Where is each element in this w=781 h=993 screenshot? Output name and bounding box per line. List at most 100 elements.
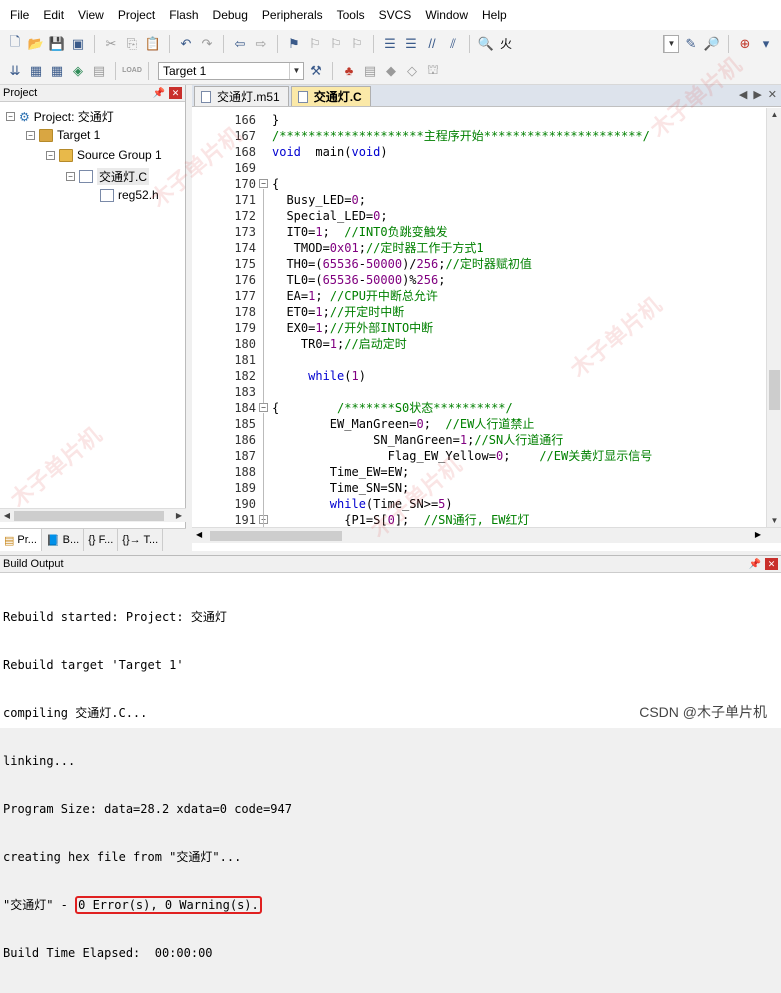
tree-source-group[interactable]: − Source Group 1 [46, 148, 162, 162]
scroll-left-icon[interactable]: ◀ [0, 511, 14, 520]
tab-templates[interactable]: {}→ T... [118, 529, 164, 551]
tab-books[interactable]: 📘 B... [42, 529, 85, 551]
new-file-icon[interactable]: 🗋 [6, 34, 24, 53]
editor-hscrollbar[interactable]: ◀ ▶ [192, 527, 781, 543]
menu-svcs[interactable]: SVCS [372, 8, 419, 22]
redo-icon[interactable]: ↷ [198, 35, 216, 53]
code-text: void main(void) [272, 145, 388, 159]
tree-file-h[interactable]: reg52.h [100, 188, 159, 202]
tree-file-c[interactable]: − 交通灯.C [66, 168, 150, 185]
save-icon[interactable]: 💾 [48, 35, 66, 53]
collapse-icon[interactable]: − [46, 150, 55, 160]
incremental-find-icon[interactable]: ✎ [682, 35, 700, 53]
scroll-down-icon[interactable]: ▼ [767, 516, 781, 525]
project-hscrollbar[interactable]: ◀ ▶ [0, 508, 186, 522]
download-icon[interactable]: LOAD [122, 62, 142, 80]
menu-help[interactable]: Help [475, 8, 514, 22]
scroll-thumb[interactable] [769, 370, 780, 410]
code-line: 190 while(Time_SN>=5) [192, 496, 766, 512]
indent-icon[interactable]: ☰ [381, 35, 399, 53]
save-all-icon[interactable]: ▣ [69, 35, 87, 53]
scroll-right-icon[interactable]: ▶ [172, 511, 186, 520]
close-icon[interactable]: ✕ [768, 88, 777, 101]
cut-icon[interactable]: ✂ [102, 35, 120, 53]
copy-icon[interactable]: ⎘ [123, 35, 141, 53]
paste-icon[interactable]: 📋 [144, 35, 162, 53]
tab-label: {} F... [88, 534, 114, 546]
comment-icon[interactable]: // [423, 35, 441, 53]
target-options-icon[interactable]: ⚒ [307, 62, 325, 80]
books-icon: 📘 [45, 534, 60, 547]
fold-toggle-icon[interactable]: − [259, 403, 268, 412]
bookmark-icon[interactable]: ⚑ [285, 35, 303, 53]
find-in-files-icon[interactable]: 🔍 [477, 35, 495, 53]
code-text: TL0=(65536-50000)%256; [272, 273, 446, 287]
manage-components-icon[interactable]: ♣ [340, 62, 358, 80]
next-bookmark-icon[interactable]: ⚐ [327, 35, 345, 53]
menu-window[interactable]: Window [418, 8, 475, 22]
menu-file[interactable]: File [3, 8, 36, 22]
debug-session-icon[interactable]: ⊕ [736, 35, 754, 53]
pin-icon[interactable]: 📌 [749, 559, 761, 570]
tree-project-root[interactable]: − ⚙ Project: 交通灯 [6, 108, 114, 125]
tab-functions[interactable]: {} F... [84, 529, 119, 551]
find-combo[interactable]: ▼ [663, 34, 679, 53]
target-select[interactable]: Target 1 ▼ [158, 61, 304, 80]
build-output-text[interactable]: Rebuild started: Project: 交通灯 Rebuild ta… [0, 573, 781, 993]
tree-target[interactable]: − Target 1 [26, 128, 100, 142]
code-line: 183 [192, 384, 766, 400]
scroll-thumb[interactable] [210, 531, 342, 541]
menu-peripherals[interactable]: Peripherals [255, 8, 330, 22]
tab-scroll-right-icon[interactable]: ▶ [753, 88, 761, 101]
code-line: 167 /********************主程序开始***********… [192, 128, 766, 144]
menu-debug[interactable]: Debug [206, 8, 255, 22]
close-icon[interactable]: ✕ [765, 558, 778, 570]
pack-installer-icon[interactable]: ◇ [403, 62, 421, 80]
collapse-icon[interactable]: − [6, 112, 15, 121]
stop-build-icon[interactable]: ▤ [90, 62, 108, 80]
translate-icon[interactable]: ⇊ [6, 62, 24, 80]
pin-icon[interactable]: 📌 [153, 88, 165, 99]
menu-view[interactable]: View [71, 8, 111, 22]
code-text: EA=1; //CPU开中断总允许 [272, 289, 438, 303]
browse-icon[interactable]: 🔎 [703, 35, 721, 53]
tab-project[interactable]: ▤ Pr... [0, 529, 42, 551]
dropdown-arrow-icon[interactable]: ▾ [757, 35, 775, 53]
select-packs-icon[interactable]: ◆ [382, 62, 400, 80]
menu-flash[interactable]: Flash [162, 8, 205, 22]
scroll-left-icon[interactable]: ◀ [196, 530, 202, 539]
code-line: 182 while(1) [192, 368, 766, 384]
unindent-icon[interactable]: ☰ [402, 35, 420, 53]
file-extensions-icon[interactable]: ▤ [361, 62, 379, 80]
menu-edit[interactable]: Edit [36, 8, 71, 22]
uncomment-icon[interactable]: ⫽ [444, 35, 462, 53]
open-folder-icon[interactable]: 📂 [27, 35, 45, 53]
build-icon[interactable]: ▦ [27, 62, 45, 80]
nav-forward-icon[interactable]: ⇨ [252, 35, 270, 53]
code-text: {P1=S[0]; //SN通行, EW红灯 [272, 513, 530, 527]
rte-icon[interactable]: ⛫ [424, 62, 442, 80]
menu-tools[interactable]: Tools [330, 8, 372, 22]
code-text: /********************主程序开始**************… [272, 129, 650, 143]
tab-c-file[interactable]: 交通灯.C [290, 86, 371, 106]
prev-bookmark-icon[interactable]: ⚐ [306, 35, 324, 53]
fold-toggle-icon[interactable]: − [259, 179, 268, 188]
close-icon[interactable]: ✕ [169, 87, 182, 99]
code-area[interactable]: 166} 167/********************主程序开始*******… [192, 108, 766, 527]
clear-bookmarks-icon[interactable]: ⚐ [348, 35, 366, 53]
nav-back-icon[interactable]: ⇦ [231, 35, 249, 53]
toolbar-separator [469, 34, 470, 53]
collapse-icon[interactable]: − [26, 130, 35, 140]
scroll-up-icon[interactable]: ▲ [767, 110, 781, 119]
collapse-icon[interactable]: − [66, 172, 75, 181]
undo-icon[interactable]: ↶ [177, 35, 195, 53]
editor-vscrollbar[interactable]: ▲ ▼ [766, 108, 781, 527]
tab-m51[interactable]: 交通灯.m51 [194, 86, 289, 106]
tab-scroll-left-icon[interactable]: ◀ [739, 88, 747, 101]
batch-build-icon[interactable]: ◈ [69, 62, 87, 80]
code-line: 181 [192, 352, 766, 368]
scroll-thumb[interactable] [14, 510, 164, 521]
scroll-right-icon[interactable]: ▶ [755, 530, 761, 539]
rebuild-icon[interactable]: ▦ [48, 62, 66, 80]
menu-project[interactable]: Project [111, 8, 162, 22]
